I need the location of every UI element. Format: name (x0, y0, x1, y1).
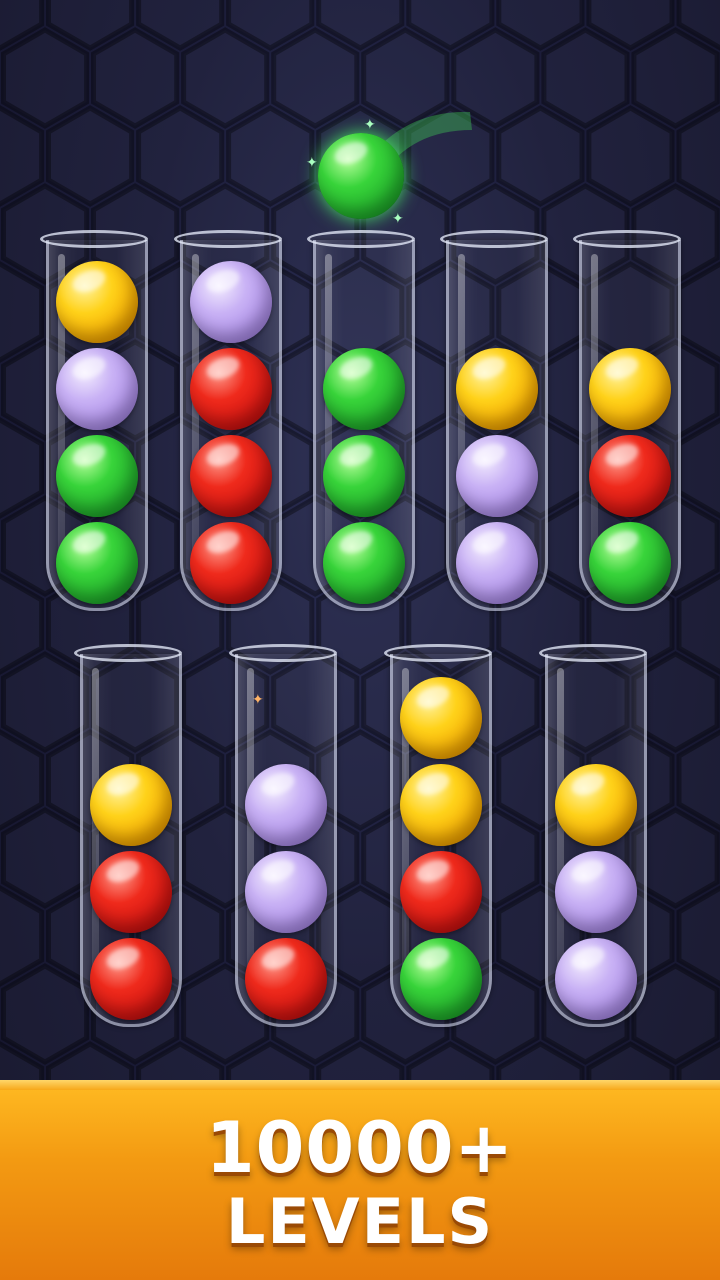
tube-rim (440, 230, 548, 248)
ball-red (90, 938, 172, 1020)
ball-yellow (90, 764, 172, 846)
ball-purple (56, 348, 138, 430)
tube-rim (307, 230, 415, 248)
ball-purple (555, 851, 637, 933)
ball-purple (456, 435, 538, 517)
tube-4[interactable] (440, 230, 548, 611)
ball-yellow (56, 261, 138, 343)
tube-rim (40, 230, 148, 248)
tube-rim (174, 230, 282, 248)
hexagon-tile (181, 27, 270, 129)
hexagon-tile (136, 105, 225, 207)
hexagon-tile (1, 963, 90, 1065)
ball-purple (555, 938, 637, 1020)
ball-green (400, 938, 482, 1020)
ball-red (190, 435, 272, 517)
hexagon-tile (541, 27, 630, 129)
ball-purple (245, 764, 327, 846)
ball-yellow (400, 677, 482, 759)
ball-green (323, 348, 405, 430)
ball-red (400, 851, 482, 933)
tube-7[interactable] (229, 644, 337, 1027)
tube-rim (384, 644, 492, 662)
ball-green (323, 522, 405, 604)
ball-yellow (400, 764, 482, 846)
tube-5[interactable] (573, 230, 681, 611)
ball-purple (456, 522, 538, 604)
ball-red (190, 522, 272, 604)
hexagon-tile (226, 105, 315, 207)
hexagon-tile (631, 27, 720, 129)
tube-6[interactable] (74, 644, 182, 1027)
ball-green (56, 435, 138, 517)
tube-2[interactable] (174, 230, 282, 611)
level-count: 10000+ (205, 1107, 515, 1189)
hexagon-tile (91, 27, 180, 129)
hexagon-tile (1, 27, 90, 129)
sparkle-icon: ✦ (364, 117, 376, 133)
tube-rim (539, 644, 647, 662)
tube-8[interactable] (384, 644, 492, 1027)
ball-green (323, 435, 405, 517)
ball-green (589, 522, 671, 604)
hexagon-tile (1, 651, 90, 753)
ball-purple (190, 261, 272, 343)
ball-red (589, 435, 671, 517)
ball-red (245, 938, 327, 1020)
ball-green (56, 522, 138, 604)
ball-yellow (555, 764, 637, 846)
tube-3[interactable] (307, 230, 415, 611)
tube-rim (573, 230, 681, 248)
hexagon-tile (496, 105, 585, 207)
tube-rim (74, 644, 182, 662)
game-board: ✦ ✦ ✦ ✦ (0, 0, 720, 1080)
tube-rim (229, 644, 337, 662)
ball-yellow (456, 348, 538, 430)
hexagon-tile (586, 105, 675, 207)
sparkle-icon: ✦ (306, 155, 318, 171)
ball-red (90, 851, 172, 933)
sparkle-icon: ✦ (392, 211, 404, 227)
levels-label: LEVELS (225, 1185, 495, 1258)
ball-purple (245, 851, 327, 933)
ball-red (190, 348, 272, 430)
hexagon-tile (46, 105, 135, 207)
tube-1[interactable] (40, 230, 148, 611)
tube-9[interactable] (539, 644, 647, 1027)
ball-yellow (589, 348, 671, 430)
hexagon-tile (1, 807, 90, 909)
banner-top-edge (0, 1080, 720, 1090)
held-ball (318, 133, 404, 219)
